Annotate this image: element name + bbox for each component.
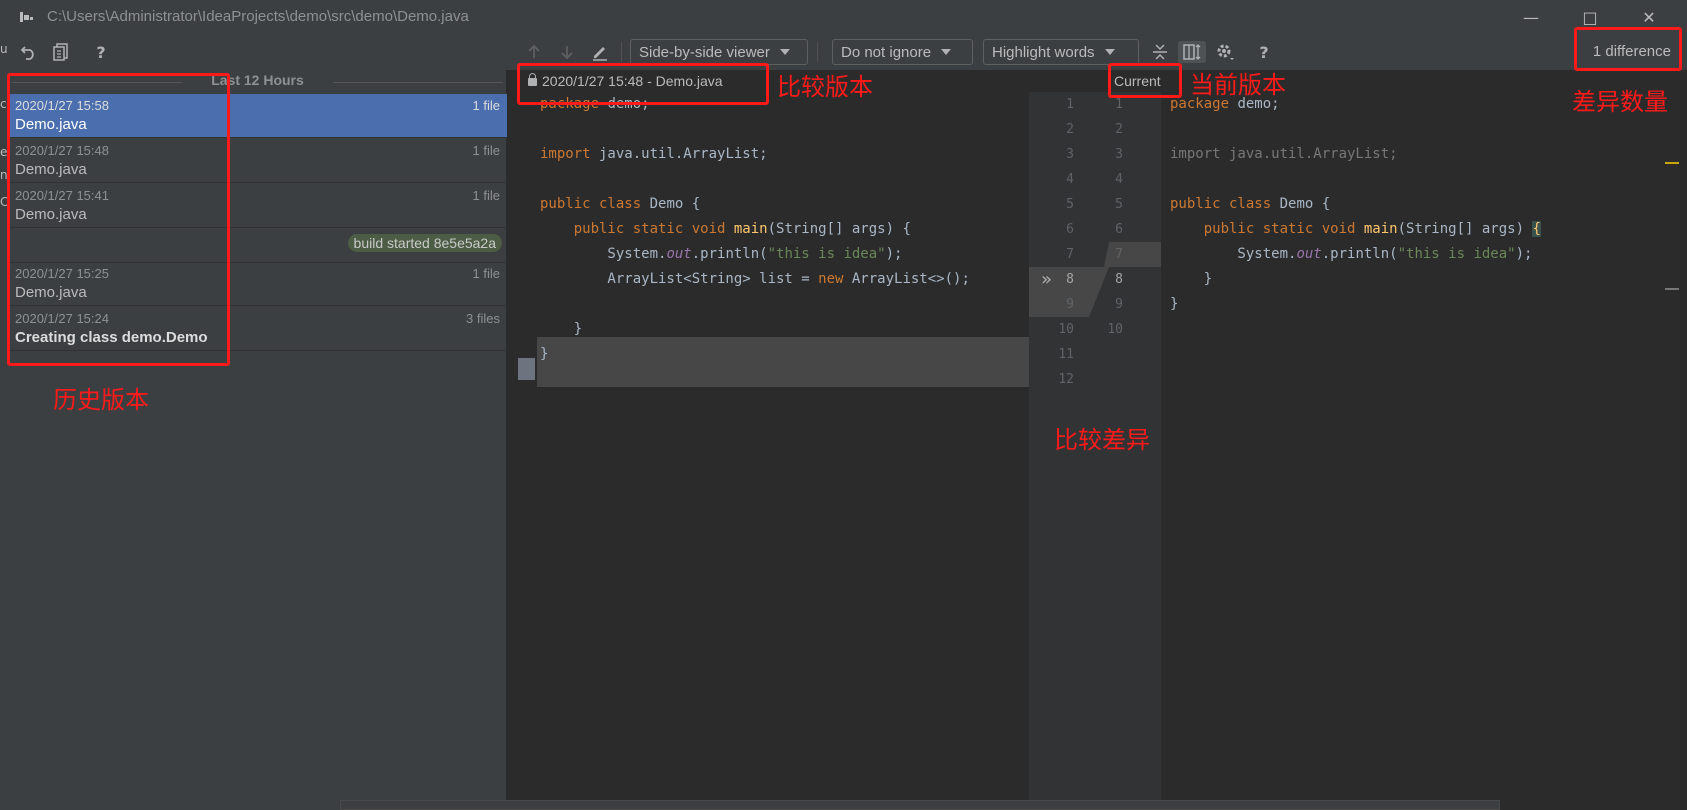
code-line: public class Demo { <box>540 196 701 212</box>
right-line-number: 6 <box>1115 222 1123 237</box>
code-line-changed: ArrayList<String> list = new ArrayList<>… <box>540 271 970 287</box>
diff-count-annotation-label: 差异数量 <box>1572 88 1668 116</box>
left-line-number: 6 <box>1066 222 1074 237</box>
chevron-down-icon <box>779 49 790 55</box>
horizontal-scrollbar[interactable] <box>340 800 1500 810</box>
left-line-number: 1 <box>1066 97 1074 112</box>
current-version-annotation-box <box>1108 63 1182 98</box>
build-label-badge: build started 8e5e5a2a <box>347 234 502 252</box>
code-line: import java.util.ArrayList; <box>1170 146 1398 162</box>
left-line-number: 10 <box>1058 322 1074 337</box>
revision-file-count: 1 file <box>472 143 500 158</box>
toolbar-separator <box>621 42 622 62</box>
code-line: } <box>540 321 583 337</box>
compare-version-annotation-box <box>517 63 769 105</box>
viewer-mode-dropdown[interactable]: Side-by-side viewer <box>630 39 808 65</box>
left-code-pane[interactable]: package demo; import java.util.ArrayList… <box>516 92 1029 792</box>
next-difference-button[interactable] <box>556 41 578 63</box>
revision-file-count: 1 file <box>472 98 500 113</box>
pencil-icon <box>593 47 607 61</box>
code-line: } <box>540 346 549 362</box>
code-line: public static void main(String[] args) { <box>1170 221 1541 237</box>
collapse-icon <box>1153 44 1167 60</box>
code-line: System.out.println("this is idea"); <box>1170 246 1533 262</box>
left-line-number: 11 <box>1058 347 1074 362</box>
history-toolbar: ? <box>8 34 508 70</box>
window-title: C:\Users\Administrator\IdeaProjects\demo… <box>47 8 469 25</box>
code-line: public static void main(String[] args) { <box>540 221 911 237</box>
code-line: } <box>1170 296 1179 312</box>
settings-button[interactable] <box>1214 41 1236 63</box>
title-bar: C:\Users\Administrator\IdeaProjects\demo… <box>0 0 1687 34</box>
current-version-annotation-label: 当前版本 <box>1190 71 1286 99</box>
viewer-mode-label: Side-by-side viewer <box>639 43 770 61</box>
changed-block-highlight <box>537 337 1029 387</box>
arrow-down-icon <box>561 46 573 60</box>
code-line: } <box>1170 271 1213 287</box>
left-line-number: 2 <box>1066 122 1074 137</box>
chevron-down-icon <box>941 49 952 55</box>
create-patch-icon <box>53 43 68 61</box>
ignore-label: Do not ignore <box>841 43 932 61</box>
left-line-number: 5 <box>1066 197 1074 212</box>
app-icon <box>20 12 33 22</box>
revision-file-count: 1 file <box>472 188 500 203</box>
apply-change-arrow[interactable]: » <box>1041 267 1052 292</box>
highlight-label: Highlight words <box>992 43 1095 61</box>
ignore-whitespace-dropdown[interactable]: Do not ignore <box>832 39 973 65</box>
right-line-number: 10 <box>1107 322 1123 337</box>
right-line-number: 4 <box>1115 172 1123 187</box>
undo-icon <box>20 46 34 60</box>
toolbar-separator <box>817 42 818 62</box>
create-patch-button[interactable] <box>50 41 72 63</box>
compare-version-annotation-label: 比较版本 <box>777 73 873 101</box>
right-line-number: 2 <box>1115 122 1123 137</box>
revert-button[interactable] <box>18 41 40 63</box>
help-button[interactable]: ? <box>1253 41 1275 63</box>
history-annotation-label: 历史版本 <box>53 386 149 414</box>
left-line-number: 4 <box>1066 172 1074 187</box>
edit-source-button[interactable] <box>589 41 611 63</box>
sync-scroll-toggle[interactable] <box>1178 41 1206 63</box>
right-line-number: 5 <box>1115 197 1123 212</box>
left-line-number: 9 <box>1066 297 1074 312</box>
right-line-number: 9 <box>1115 297 1123 312</box>
edge-char: c <box>0 97 7 111</box>
minimize-button[interactable]: — <box>1506 0 1556 34</box>
left-line-number: 12 <box>1058 372 1074 387</box>
code-line: public class Demo { <box>1170 196 1331 212</box>
revision-file-count: 1 file <box>472 266 500 281</box>
revision-file-count: 3 files <box>466 311 500 326</box>
previous-difference-button[interactable] <box>523 41 545 63</box>
right-line-number: 7 <box>1115 247 1123 262</box>
left-line-number: 7 <box>1066 247 1074 262</box>
help-button[interactable]: ? <box>90 41 112 63</box>
left-line-number: 3 <box>1066 147 1074 162</box>
chevron-down-icon <box>1104 49 1115 55</box>
collapse-unchanged-button[interactable] <box>1149 41 1171 63</box>
gear-icon <box>1217 44 1234 60</box>
highlight-mode-dropdown[interactable]: Highlight words <box>983 39 1139 65</box>
arrow-up-icon <box>528 44 540 58</box>
change-marker <box>518 358 535 380</box>
scroll-change-marker <box>1665 162 1679 164</box>
compare-diff-annotation-label: 比较差异 <box>1054 426 1150 454</box>
code-line: System.out.println("this is idea"); <box>540 246 903 262</box>
code-line: import java.util.ArrayList; <box>540 146 768 162</box>
sync-scroll-icon <box>1183 44 1201 60</box>
history-annotation-box <box>7 73 230 366</box>
right-line-number: 3 <box>1115 147 1123 162</box>
right-line-number: 8 <box>1115 272 1123 287</box>
diff-count-annotation-box <box>1574 27 1682 71</box>
scroll-change-marker <box>1665 288 1679 290</box>
right-code-pane[interactable]: package demo; import java.util.ArrayList… <box>1161 92 1681 792</box>
